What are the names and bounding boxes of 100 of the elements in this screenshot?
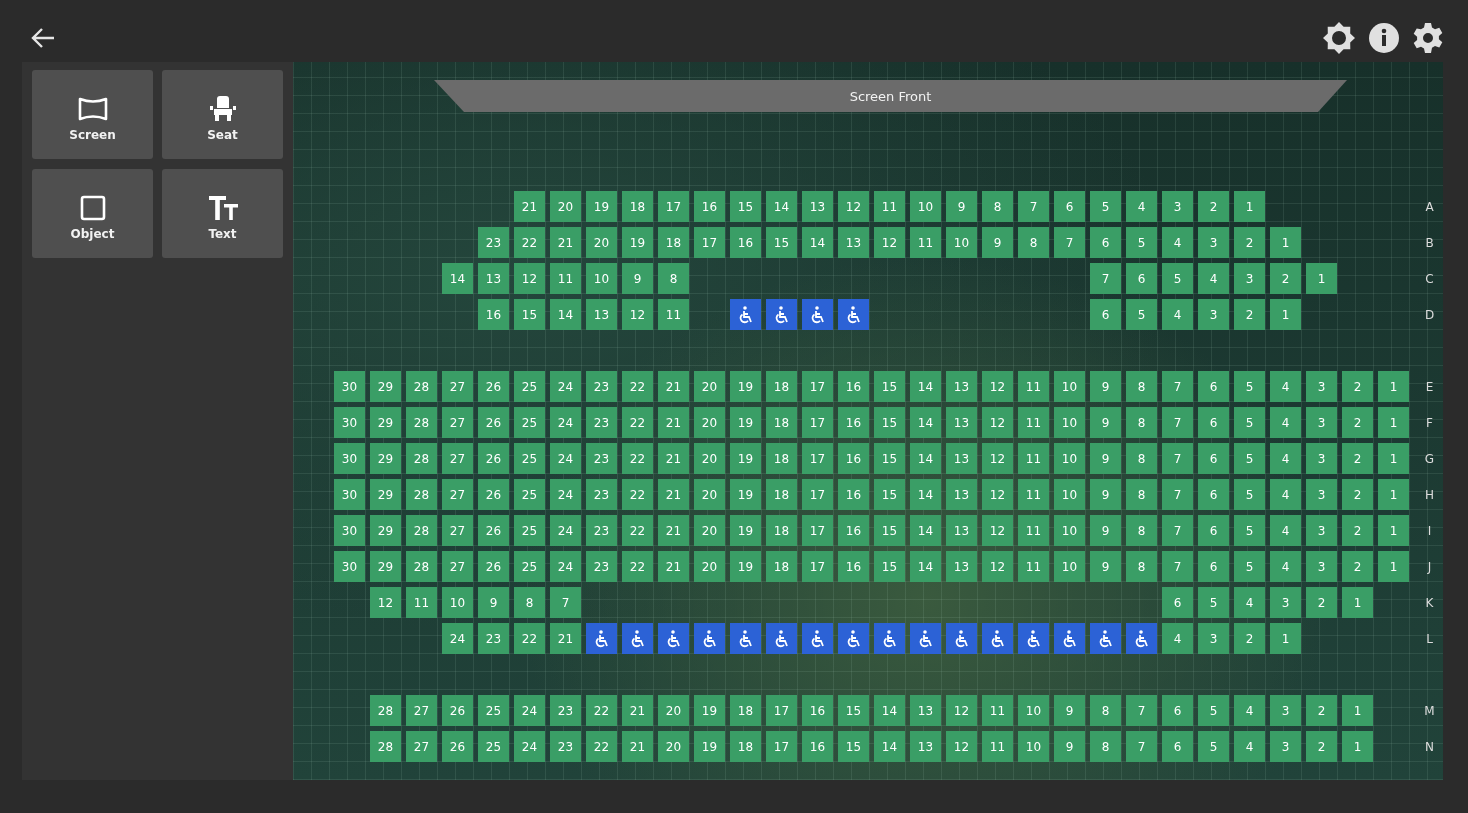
seat[interactable]: 20 [694,443,725,474]
seat[interactable]: 11 [1018,407,1049,438]
seat[interactable]: 4 [1162,227,1193,258]
seat[interactable]: 21 [658,479,689,510]
seat[interactable]: 2 [1306,587,1337,618]
seat[interactable]: 20 [658,695,689,726]
seat[interactable]: 13 [946,479,977,510]
seat[interactable]: 19 [694,731,725,762]
wheelchair-seat[interactable] [946,623,977,654]
wheelchair-seat[interactable] [658,623,689,654]
seat[interactable]: 18 [766,551,797,582]
seat[interactable]: 14 [910,371,941,402]
seat[interactable]: 29 [370,551,401,582]
seat[interactable]: 20 [694,515,725,546]
seat[interactable]: 17 [802,443,833,474]
seat[interactable]: 11 [982,731,1013,762]
seat[interactable]: 10 [946,227,977,258]
seat[interactable]: 6 [1162,731,1193,762]
seat[interactable]: 1 [1342,587,1373,618]
seat[interactable]: 21 [550,227,581,258]
seat[interactable]: 23 [586,479,617,510]
seat[interactable]: 28 [370,695,401,726]
seat[interactable]: 14 [766,191,797,222]
seat[interactable]: 19 [694,695,725,726]
seat[interactable]: 6 [1198,371,1229,402]
seat[interactable]: 8 [1090,731,1121,762]
seat[interactable]: 12 [982,551,1013,582]
seat[interactable]: 11 [550,263,581,294]
seat[interactable]: 17 [766,731,797,762]
seat[interactable]: 23 [478,227,509,258]
seat[interactable]: 12 [982,515,1013,546]
seat[interactable]: 5 [1234,443,1265,474]
seat[interactable]: 15 [874,407,905,438]
seat[interactable]: 14 [442,263,473,294]
seat[interactable]: 27 [442,551,473,582]
seat[interactable]: 22 [622,443,653,474]
seat[interactable]: 4 [1198,263,1229,294]
seat[interactable]: 27 [442,515,473,546]
seat[interactable]: 22 [622,407,653,438]
seat[interactable]: 9 [982,227,1013,258]
seat[interactable]: 12 [946,731,977,762]
seat[interactable]: 2 [1198,191,1229,222]
seat[interactable]: 21 [658,371,689,402]
seat[interactable]: 24 [550,407,581,438]
seat[interactable]: 17 [802,371,833,402]
seat[interactable]: 23 [586,443,617,474]
seat[interactable]: 11 [1018,443,1049,474]
seat[interactable]: 12 [982,443,1013,474]
seat[interactable]: 7 [1162,407,1193,438]
wheelchair-seat[interactable] [802,623,833,654]
seat[interactable]: 4 [1270,407,1301,438]
seat[interactable]: 21 [622,695,653,726]
seat[interactable]: 13 [946,407,977,438]
seat[interactable]: 9 [946,191,977,222]
seat[interactable]: 13 [946,443,977,474]
seat[interactable]: 8 [1126,515,1157,546]
seat[interactable]: 2 [1342,551,1373,582]
seat[interactable]: 6 [1090,299,1121,330]
seat[interactable]: 22 [622,371,653,402]
seat[interactable]: 21 [658,443,689,474]
seat[interactable]: 6 [1198,551,1229,582]
seat[interactable]: 5 [1126,227,1157,258]
seat[interactable]: 2 [1306,731,1337,762]
seat[interactable]: 29 [370,407,401,438]
seat[interactable]: 8 [1126,443,1157,474]
seat[interactable]: 25 [514,407,545,438]
tool-button[interactable]: Object [32,169,153,258]
seat[interactable]: 9 [1090,443,1121,474]
seat[interactable]: 5 [1198,731,1229,762]
seat[interactable]: 9 [1090,407,1121,438]
seat[interactable]: 11 [874,191,905,222]
seat[interactable]: 9 [478,587,509,618]
seat[interactable]: 10 [1054,407,1085,438]
seat[interactable]: 2 [1342,515,1373,546]
seat[interactable]: 8 [1018,227,1049,258]
seat[interactable]: 6 [1198,407,1229,438]
seat[interactable]: 6 [1126,263,1157,294]
seat[interactable]: 15 [730,191,761,222]
seat[interactable]: 10 [1018,731,1049,762]
wheelchair-seat[interactable] [1018,623,1049,654]
seat[interactable]: 9 [1090,515,1121,546]
seat[interactable]: 13 [910,695,941,726]
seat[interactable]: 9 [1090,479,1121,510]
seat[interactable]: 23 [586,515,617,546]
seat[interactable]: 4 [1270,515,1301,546]
seat[interactable]: 20 [658,731,689,762]
seat[interactable]: 28 [406,407,437,438]
seat[interactable]: 2 [1306,695,1337,726]
seat[interactable]: 18 [730,695,761,726]
seat[interactable]: 19 [730,407,761,438]
seat[interactable]: 1 [1306,263,1337,294]
seat[interactable]: 27 [406,731,437,762]
tool-button[interactable]: Screen [32,70,153,159]
seat[interactable]: 25 [478,731,509,762]
seat[interactable]: 30 [334,515,365,546]
seat[interactable]: 14 [910,443,941,474]
wheelchair-seat[interactable] [1126,623,1157,654]
seat[interactable]: 29 [370,443,401,474]
seat[interactable]: 16 [838,515,869,546]
seat[interactable]: 1 [1378,443,1409,474]
